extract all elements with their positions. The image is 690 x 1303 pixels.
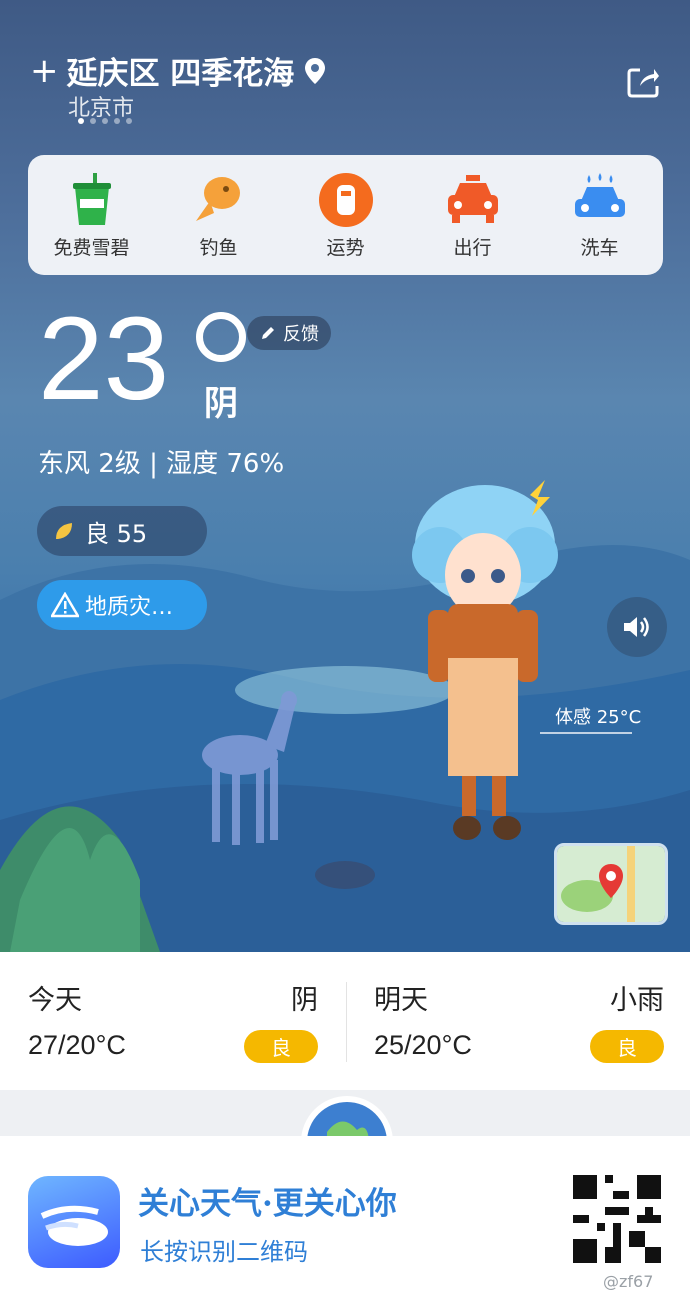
service-label: 运势 [326,236,365,259]
map-pin-icon [557,846,665,922]
location-title[interactable]: + 延庆区 四季花海 [30,48,328,93]
forecast-day: 今天 [28,985,82,1016]
location-pin-icon [305,57,326,84]
current-temperature: 23 [38,293,170,425]
app-logo [28,1176,120,1268]
banner-hint: 长按识别二维码 [140,1238,308,1266]
aqi-value: 良 55 [85,519,148,548]
weather-scene: + 延庆区 四季花海 北京市 免费雪碧 钓鱼 运势 出行 洗车 23 阴 反馈 … [0,0,690,952]
speaker-icon [624,617,649,637]
page-dot [126,118,132,124]
service-bar: 免费雪碧 钓鱼 运势 出行 洗车 [28,155,663,275]
feedback-label: 反馈 [283,324,319,345]
taxi-icon [447,174,498,223]
service-label: 钓鱼 [199,236,238,259]
fish-icon [195,176,240,221]
page-dot [78,118,84,124]
qr-code[interactable] [573,1175,661,1263]
map-thumbnail[interactable] [554,843,668,925]
location-name: 延庆区 四季花海 [66,56,295,92]
page-dot [102,118,108,124]
warning-icon [51,592,79,618]
feedback-button[interactable]: 反馈 [247,316,331,350]
service-item-fishing[interactable]: 钓鱼 [164,171,274,260]
add-city-icon[interactable]: + [30,54,59,88]
pencil-icon [262,327,274,339]
leaf-icon [56,523,72,539]
forecast-divider [346,982,347,1062]
service-item-travel[interactable]: 出行 [418,171,528,260]
service-item-free-sprite[interactable]: 免费雪碧 [37,171,147,260]
alert-text: 地质灾… [85,595,174,620]
cloud-wind-icon [40,1205,108,1246]
soda-cup-icon [72,172,111,225]
weather-alert-button[interactable]: 地质灾… [37,580,207,630]
car-wash-icon [574,172,625,217]
forecast-air-quality: 良 [244,1030,318,1063]
forecast-air-quality: 良 [590,1030,664,1063]
page-indicator [78,118,132,124]
page-dot [114,118,120,124]
service-item-fortune[interactable]: 运势 [291,171,401,260]
forecast-tomorrow[interactable]: 明天 小雨 25/20°C 良 [374,952,664,1090]
share-icon[interactable] [626,64,660,98]
forecast-temp-range: 25/20°C [374,1030,472,1060]
wind-humidity: 东风 2级 | 湿度 76% [38,449,285,479]
forecast-weather: 小雨 [610,985,664,1016]
watermark: @zf67 [603,1272,654,1291]
service-item-car-wash[interactable]: 洗车 [545,171,655,260]
feels-like: 体感 25°C [555,707,642,728]
promo-banner: 关心天气·更关心你 长按识别二维码 @zf67 [0,1136,690,1303]
fortune-icon [318,172,373,227]
daily-forecast: 今天 阴 27/20°C 良 明天 小雨 25/20°C 良 [0,952,690,1090]
forecast-temp-range: 27/20°C [28,1030,126,1060]
banner-slogan: 关心天气·更关心你 [138,1186,397,1222]
service-label: 洗车 [580,236,619,259]
page-dot [90,118,96,124]
forecast-today[interactable]: 今天 阴 27/20°C 良 [28,952,318,1090]
weather-condition: 阴 [204,384,238,424]
service-label: 免费雪碧 [53,236,130,259]
air-quality-badge[interactable]: 良 55 [37,506,207,556]
degree-symbol [196,312,246,362]
forecast-day: 明天 [374,985,428,1016]
feels-like-pointer [540,732,632,734]
voice-broadcast-button[interactable] [607,597,667,657]
service-label: 出行 [453,236,492,259]
forecast-weather: 阴 [291,985,318,1016]
